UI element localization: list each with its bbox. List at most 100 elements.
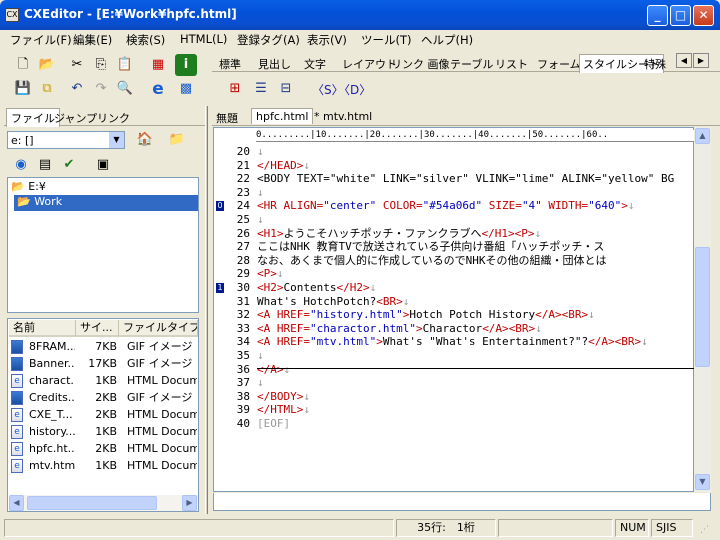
code-line[interactable]: <A HREF="charactor.html">Charactor</A><B… — [257, 322, 694, 336]
code-line[interactable]: なお、あくまで個人的に作成しているのでNHKその他の組織・団体とは — [257, 254, 694, 268]
left-tab-file[interactable]: ファイル — [6, 108, 60, 127]
check-doc-icon[interactable]: ✔ — [58, 154, 80, 176]
code-line[interactable]: <P>↓ — [257, 267, 694, 281]
file-row[interactable]: e history... 1KB HTML Docume — [11, 423, 199, 440]
pane-splitter[interactable] — [205, 106, 208, 514]
code-line[interactable]: ↓ — [257, 349, 694, 363]
menu-search[interactable]: 検索(S) — [126, 32, 165, 48]
code-line[interactable]: <BODY TEXT="white" LINK="silver" VLINK="… — [257, 172, 694, 186]
doc-tab-untitled[interactable]: 無題 — [216, 110, 238, 126]
code-line[interactable]: </BODY>↓ — [257, 390, 694, 404]
drive-select[interactable]: e: [] ▼ — [7, 131, 125, 149]
drive-dropdown-icon[interactable]: ▼ — [109, 132, 124, 148]
document-icon[interactable]: ▤ — [34, 154, 56, 176]
home-folder-icon[interactable]: 🏠 — [134, 129, 156, 151]
code-line[interactable]: ここはNHK 教育TVで放送されている子供向け番組「ハッチポッチ・ス — [257, 240, 694, 254]
code-line[interactable]: <A HREF="mtv.html">What's "What's Entert… — [257, 335, 694, 349]
code-line[interactable]: </HEAD>↓ — [257, 159, 694, 173]
tab-list[interactable]: リスト — [495, 56, 528, 72]
editor-vscroll[interactable]: ▲ ▼ — [694, 127, 711, 492]
code-line[interactable]: What's HotchPotch?<BR>↓ — [257, 295, 694, 309]
tab-scroll-left-icon[interactable]: ◀ — [676, 53, 692, 68]
code-line[interactable]: ↓ — [257, 186, 694, 200]
col-size[interactable]: サイ... — [76, 320, 119, 337]
redo-icon[interactable]: ↷ — [90, 78, 112, 100]
col-name[interactable]: 名前 — [9, 320, 76, 337]
col-type[interactable]: ファイルタイプ — [119, 320, 198, 337]
new-file-icon[interactable]: 🗋 — [12, 54, 34, 76]
list-tag-icon[interactable]: ☰ — [250, 78, 272, 100]
file-row[interactable]: 8FRAM... 7KB GIF イメージ — [11, 338, 199, 355]
app-icon[interactable]: CX — [5, 8, 19, 22]
menu-file[interactable]: ファイル(F) — [10, 32, 72, 48]
minimize-button[interactable]: _ — [647, 5, 668, 26]
grid-tool-icon[interactable]: ▩ — [175, 78, 197, 100]
table-tag-icon[interactable]: ⊞ — [224, 78, 246, 100]
tree-item-work[interactable]: 📂 Work — [14, 195, 198, 211]
file-list-hscroll[interactable]: ◀ ▶ — [9, 495, 198, 511]
doc-tab-mtv[interactable]: * mtv.html — [314, 110, 372, 123]
file-row[interactable]: e hpfc.ht... 2KB HTML Docume — [11, 440, 199, 457]
code-line[interactable]: </A>↓ — [257, 363, 694, 377]
find-icon[interactable]: 🔍 — [114, 78, 136, 100]
file-row[interactable]: e charact... 1KB HTML Docume — [11, 372, 199, 389]
tab-text[interactable]: 文字 — [304, 56, 326, 72]
file-row[interactable]: e mtv.html 1KB HTML Docume — [11, 457, 199, 474]
tab-special[interactable]: 特殊 — [644, 56, 666, 72]
code-line[interactable]: ↓ — [257, 376, 694, 390]
insert-row-icon[interactable]: ⊟ — [275, 78, 297, 100]
menu-tools[interactable]: ツール(T) — [361, 32, 412, 48]
cut-icon[interactable]: ✂ — [66, 54, 88, 76]
save-all-icon[interactable]: ⧉ — [36, 78, 58, 100]
file-row[interactable]: Banner... 17KB GIF イメージ — [11, 355, 199, 372]
scroll-up-icon[interactable]: ▲ — [695, 128, 710, 144]
left-tab-jump[interactable]: ジャンプ — [54, 110, 97, 126]
left-tab-link[interactable]: リンク — [97, 110, 130, 126]
resize-grip-icon[interactable]: ⋰ — [700, 525, 714, 537]
undo-icon[interactable]: ↶ — [66, 78, 88, 100]
browser-preview-icon[interactable]: e — [147, 78, 169, 100]
file-row[interactable]: e CXE_T... 2KB HTML Docume — [11, 406, 199, 423]
scroll-down-icon[interactable]: ▼ — [695, 474, 710, 490]
tab-link-image[interactable]: リンク 画像 — [391, 56, 450, 72]
info-icon[interactable]: i — [175, 54, 197, 76]
div-tag-button[interactable]: 〈D〉 — [338, 81, 371, 98]
title-bar[interactable]: CX CXEditor - [E:¥Work¥hpfc.html] _ □ ✕ — [0, 0, 720, 30]
bookmark-marker-icon[interactable]: 1 — [216, 283, 224, 293]
file-row[interactable]: Credits... 2KB GIF イメージ — [11, 389, 199, 406]
code-line[interactable]: <H2>Contents</H2>↓ — [257, 281, 694, 295]
copy-icon[interactable]: ⎘ — [90, 54, 112, 76]
tab-table[interactable]: テーブル — [450, 56, 493, 72]
page-view-icon[interactable]: ▣ — [92, 154, 114, 176]
scroll-right-icon[interactable]: ▶ — [182, 495, 197, 511]
bookmark-marker-icon[interactable]: 0 — [216, 201, 224, 212]
tab-layout[interactable]: レイアウト — [342, 56, 397, 72]
tree-item-root[interactable]: 📂 E:¥ — [11, 180, 46, 193]
vscroll-thumb[interactable] — [695, 247, 710, 367]
code-line[interactable]: [EOF] — [257, 417, 694, 431]
code-line[interactable]: ↓ — [257, 213, 694, 227]
favorite-folder-icon[interactable]: 📁 — [166, 129, 188, 151]
paste-icon[interactable]: 📋 — [114, 54, 136, 76]
tab-form[interactable]: フォーム — [537, 56, 581, 72]
open-folder-icon[interactable]: 📂 — [36, 54, 58, 76]
code-line[interactable]: <A HREF="history.html">Hotch Potch Histo… — [257, 308, 694, 322]
menu-edit[interactable]: 編集(E) — [73, 32, 112, 48]
doc-tab-hpfc[interactable]: hpfc.html — [251, 108, 314, 124]
menu-help[interactable]: ヘルプ(H) — [421, 32, 473, 48]
code-line[interactable]: <HR ALIGN="center" COLOR="#54a06d" SIZE=… — [257, 199, 694, 213]
code-line[interactable]: <H1>ようこそハッチポッチ・ファンクラブへ</H1><P>↓ — [257, 227, 694, 241]
maximize-button[interactable]: □ — [670, 5, 691, 26]
tab-scroll-right-icon[interactable]: ▶ — [693, 53, 709, 68]
close-button[interactable]: ✕ — [693, 5, 714, 26]
tab-standard[interactable]: 標準 — [219, 56, 241, 72]
save-icon[interactable]: 💾 — [12, 78, 34, 100]
explorer-icon[interactable]: ◉ — [10, 154, 32, 176]
tab-heading[interactable]: 見出し — [258, 56, 291, 72]
hscroll-thumb[interactable] — [27, 496, 157, 510]
color-grid-icon[interactable]: ▦ — [147, 54, 169, 76]
menu-view[interactable]: 表示(V) — [307, 32, 347, 48]
menu-registered-tags[interactable]: 登録タグ(A) — [237, 32, 300, 48]
menu-html[interactable]: HTML(L) — [180, 32, 227, 46]
code-line[interactable]: </HTML>↓ — [257, 403, 694, 417]
